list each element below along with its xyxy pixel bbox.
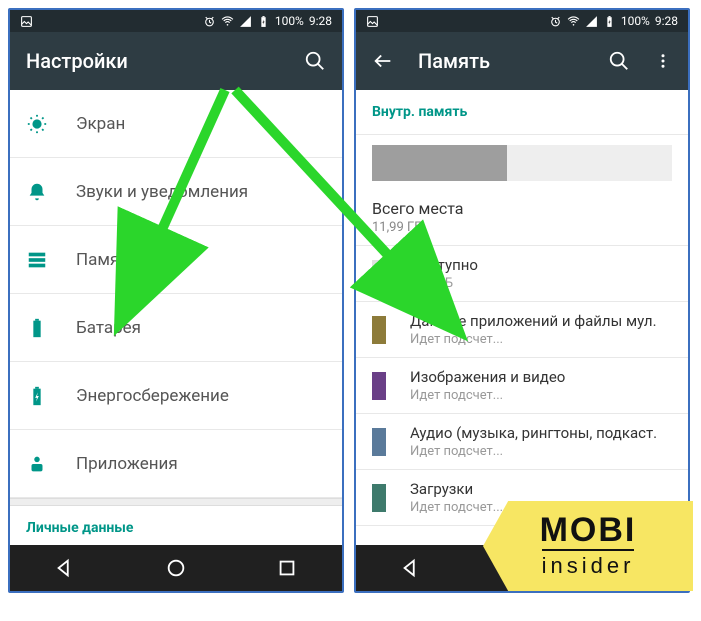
item-label: Память bbox=[76, 250, 137, 270]
back-nav-icon[interactable] bbox=[54, 557, 76, 579]
brightness-icon bbox=[26, 113, 48, 135]
storage-bar bbox=[356, 135, 688, 189]
row-label: Доступно bbox=[410, 256, 478, 274]
settings-list: Экран Звуки и уведомления Память Батарея… bbox=[10, 90, 342, 545]
watermark-line2: insider bbox=[542, 549, 635, 579]
back-nav-icon[interactable] bbox=[400, 557, 422, 579]
wifi-icon bbox=[221, 15, 234, 28]
search-icon[interactable] bbox=[304, 50, 326, 72]
recents-nav-icon[interactable] bbox=[276, 557, 298, 579]
item-label: Звуки и уведомления bbox=[76, 182, 248, 202]
battery-icon bbox=[26, 317, 48, 339]
swatch bbox=[372, 428, 386, 456]
home-nav-icon[interactable] bbox=[165, 557, 187, 579]
personal-section-header: Личные данные bbox=[10, 506, 342, 544]
watermark: MOBI insider bbox=[483, 501, 693, 591]
action-bar: Настройки bbox=[10, 32, 342, 90]
page-title: Память bbox=[418, 49, 584, 73]
clock-time: 9:28 bbox=[309, 14, 332, 28]
overflow-icon[interactable] bbox=[654, 50, 672, 72]
item-label: Приложения bbox=[76, 454, 178, 474]
row-label: Изображения и видео bbox=[410, 368, 565, 386]
bell-icon bbox=[26, 181, 48, 203]
battery-icon bbox=[257, 15, 270, 28]
swatch bbox=[372, 316, 386, 344]
storage-row-audio[interactable]: Аудио (музыка, рингтоны, подкаст. Идет п… bbox=[356, 414, 688, 470]
storage-total[interactable]: Всего места 11,99 ГБ bbox=[356, 189, 688, 246]
image-icon bbox=[366, 15, 379, 28]
storage-row-available[interactable]: Доступно 6,63 ГБ bbox=[356, 246, 688, 302]
row-sub: Идет подсчет... bbox=[410, 388, 565, 403]
page-title: Настройки bbox=[26, 49, 280, 73]
swatch bbox=[372, 484, 386, 512]
settings-item-memory[interactable]: Память bbox=[10, 226, 342, 294]
row-sub: 6,63 ГБ bbox=[410, 276, 478, 291]
row-label: Аудио (музыка, рингтоны, подкаст. bbox=[410, 424, 657, 442]
item-label: Экран bbox=[76, 114, 125, 134]
battery-percent: 100% bbox=[275, 14, 304, 28]
action-bar: Память bbox=[356, 32, 688, 90]
swatch bbox=[372, 260, 386, 288]
row-label: Загрузки bbox=[410, 480, 503, 498]
swatch bbox=[372, 372, 386, 400]
signal-icon bbox=[585, 15, 598, 28]
wifi-icon bbox=[567, 15, 580, 28]
internal-storage-header: Внутр. память bbox=[356, 90, 688, 135]
nav-bar bbox=[10, 545, 342, 591]
battery-percent: 100% bbox=[621, 14, 650, 28]
phone-left-settings: 100% 9:28 Настройки Экран Звуки и уведом… bbox=[8, 8, 344, 593]
watermark-line1: MOBI bbox=[540, 513, 637, 547]
alarm-icon bbox=[549, 15, 562, 28]
settings-item-apps[interactable]: Приложения bbox=[10, 430, 342, 498]
item-label: Батарея bbox=[76, 318, 141, 338]
storage-icon bbox=[26, 249, 48, 271]
storage-bar-fill bbox=[372, 145, 507, 181]
row-sub: Идет подсчет... bbox=[410, 500, 503, 515]
apps-icon bbox=[26, 453, 48, 475]
alarm-icon bbox=[203, 15, 216, 28]
settings-item-battery[interactable]: Батарея bbox=[10, 294, 342, 362]
total-label: Всего места bbox=[372, 199, 672, 218]
total-value: 11,99 ГБ bbox=[372, 220, 672, 235]
row-sub: Идет подсчет... bbox=[410, 444, 657, 459]
search-icon[interactable] bbox=[608, 50, 630, 72]
signal-icon bbox=[239, 15, 252, 28]
battery-icon bbox=[603, 15, 616, 28]
back-arrow-icon[interactable] bbox=[372, 50, 394, 72]
energy-icon bbox=[26, 385, 48, 407]
row-sub: Идет подсчет... bbox=[410, 332, 657, 347]
storage-row-appdata[interactable]: Данные приложений и файлы мул. Идет подс… bbox=[356, 302, 688, 358]
settings-item-display[interactable]: Экран bbox=[10, 90, 342, 158]
section-divider bbox=[10, 498, 342, 506]
memory-content: Внутр. память Всего места 11,99 ГБ Досту… bbox=[356, 90, 688, 545]
clock-time: 9:28 bbox=[655, 14, 678, 28]
settings-item-energy[interactable]: Энергосбережение bbox=[10, 362, 342, 430]
item-label: Энергосбережение bbox=[76, 386, 229, 406]
settings-item-sounds[interactable]: Звуки и уведомления bbox=[10, 158, 342, 226]
row-label: Данные приложений и файлы мул. bbox=[410, 312, 657, 330]
status-bar: 100% 9:28 bbox=[356, 10, 688, 32]
storage-row-images[interactable]: Изображения и видео Идет подсчет... bbox=[356, 358, 688, 414]
image-icon bbox=[20, 15, 33, 28]
status-bar: 100% 9:28 bbox=[10, 10, 342, 32]
